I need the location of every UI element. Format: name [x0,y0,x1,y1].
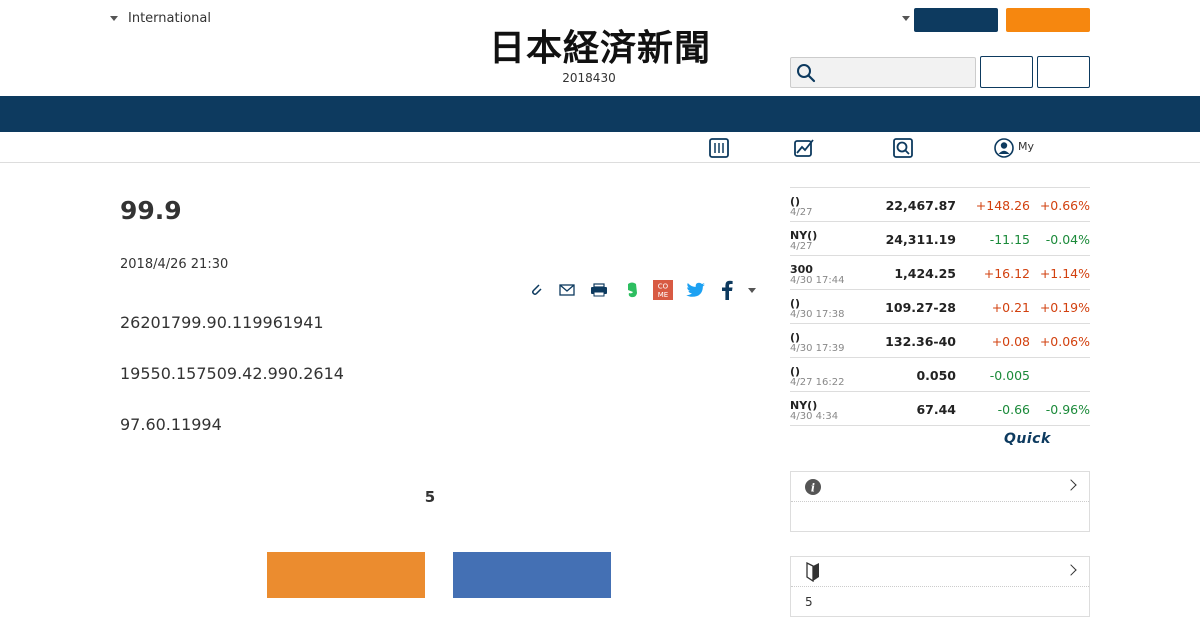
poll-count-label: 5 [424,488,436,506]
print-icon[interactable] [588,279,610,301]
edition-selector[interactable]: International [110,11,211,26]
chevron-right-icon [1065,479,1077,491]
article-paragraph: 19550.157509.42.990.2614 [120,364,344,383]
market-row[interactable]: NY() 4/27 24,311.19 -11.15 -0.04% [790,222,1090,256]
main-nav-bar [0,96,1200,132]
market-row[interactable]: () 4/27 16:22 0.050 -0.005 [790,358,1090,392]
article-paragraph: 97.60.11994 [120,415,222,434]
market-date: 4/30 17:39 [790,343,845,354]
chevron-right-icon [1065,564,1077,576]
header-button-2[interactable] [1037,56,1090,88]
market-value: 0.050 [916,368,956,383]
beginner-box[interactable]: 5 [790,556,1090,617]
market-change-pct: +0.06% [1039,334,1090,349]
info-box-header[interactable]: i [791,472,1089,502]
market-date: 4/30 17:38 [790,309,845,320]
article-date: 2018/4/26 21:30 [120,257,229,272]
svg-text:i: i [811,482,815,495]
market-date: 4/27 [790,241,813,252]
market-change: +0.08 [991,334,1030,349]
twitter-icon[interactable] [685,279,707,301]
my-page-label[interactable]: My [1018,140,1034,153]
market-table: () 4/27 22,467.87 +148.26 +0.66% NY() 4/… [790,187,1090,426]
market-change: +148.26 [975,198,1030,213]
share-more-caret-icon[interactable] [741,279,763,301]
info-box[interactable]: i [790,471,1090,532]
market-row[interactable]: NY() 4/30 4:34 67.44 -0.66 -0.96% [790,392,1090,426]
market-change-pct: -0.96% [1045,402,1090,417]
login-button[interactable] [914,8,998,32]
subscribe-button[interactable] [1006,8,1090,32]
facebook-icon[interactable] [716,279,738,301]
market-date: 4/27 [790,207,813,218]
article-headline: 99.9 [120,196,182,225]
svg-text:ME: ME [658,291,668,299]
search-icon[interactable] [795,62,817,84]
come-icon[interactable]: CO ME [652,279,674,301]
market-value: 67.44 [916,402,956,417]
issue-date: 2018430 [562,71,616,85]
newspaper-icon[interactable] [708,137,730,159]
market-value: 109.27-28 [885,300,956,315]
account-caret-icon[interactable] [902,16,910,21]
mail-icon[interactable] [556,279,578,301]
market-change: -11.15 [989,232,1030,247]
nikkei-logo[interactable]: 日本経済新聞 [452,28,748,68]
market-change: -0.66 [997,402,1030,417]
svg-text:CO: CO [658,283,669,291]
market-date: 4/30 17:44 [790,275,845,286]
market-date: 4/27 16:22 [790,377,845,388]
market-change-pct: +1.14% [1039,266,1090,281]
market-change: -0.005 [989,368,1030,383]
market-row[interactable]: () 4/27 22,467.87 +148.26 +0.66% [790,188,1090,222]
beginner-count: 5 [805,595,813,609]
market-value: 22,467.87 [885,198,956,213]
search-box-icon[interactable] [892,137,914,159]
market-change-pct: -0.04% [1045,232,1090,247]
market-change: +0.21 [991,300,1030,315]
poll-option-orange-button[interactable] [267,552,425,598]
market-change-pct: +0.19% [1039,300,1090,315]
quick-logo[interactable]: Quick [1004,431,1051,447]
market-change-pct: +0.66% [1039,198,1090,213]
evernote-icon[interactable] [621,279,643,301]
beginner-mark-icon [806,562,819,582]
info-icon: i [805,479,821,495]
market-row[interactable]: () 4/30 17:38 109.27-28 +0.21 +0.19% [790,290,1090,324]
user-icon[interactable] [993,137,1015,159]
clip-icon[interactable] [526,279,548,301]
market-change: +16.12 [983,266,1030,281]
market-date: 4/30 4:34 [790,411,839,422]
market-value: 132.36-40 [885,334,956,349]
market-row[interactable]: 300 4/30 17:44 1,424.25 +16.12 +1.14% [790,256,1090,290]
header-button-1[interactable] [980,56,1033,88]
chart-trend-icon[interactable] [793,137,815,159]
market-value: 1,424.25 [894,266,956,281]
edition-label: International [128,11,211,26]
market-row[interactable]: () 4/30 17:39 132.36-40 +0.08 +0.06% [790,324,1090,358]
caret-down-icon [110,16,118,21]
market-value: 24,311.19 [885,232,956,247]
search-input[interactable] [790,57,976,88]
beginner-box-header[interactable] [791,557,1089,587]
article-paragraph: 26201799.90.119961941 [120,313,324,332]
poll-option-blue-button[interactable] [453,552,611,598]
